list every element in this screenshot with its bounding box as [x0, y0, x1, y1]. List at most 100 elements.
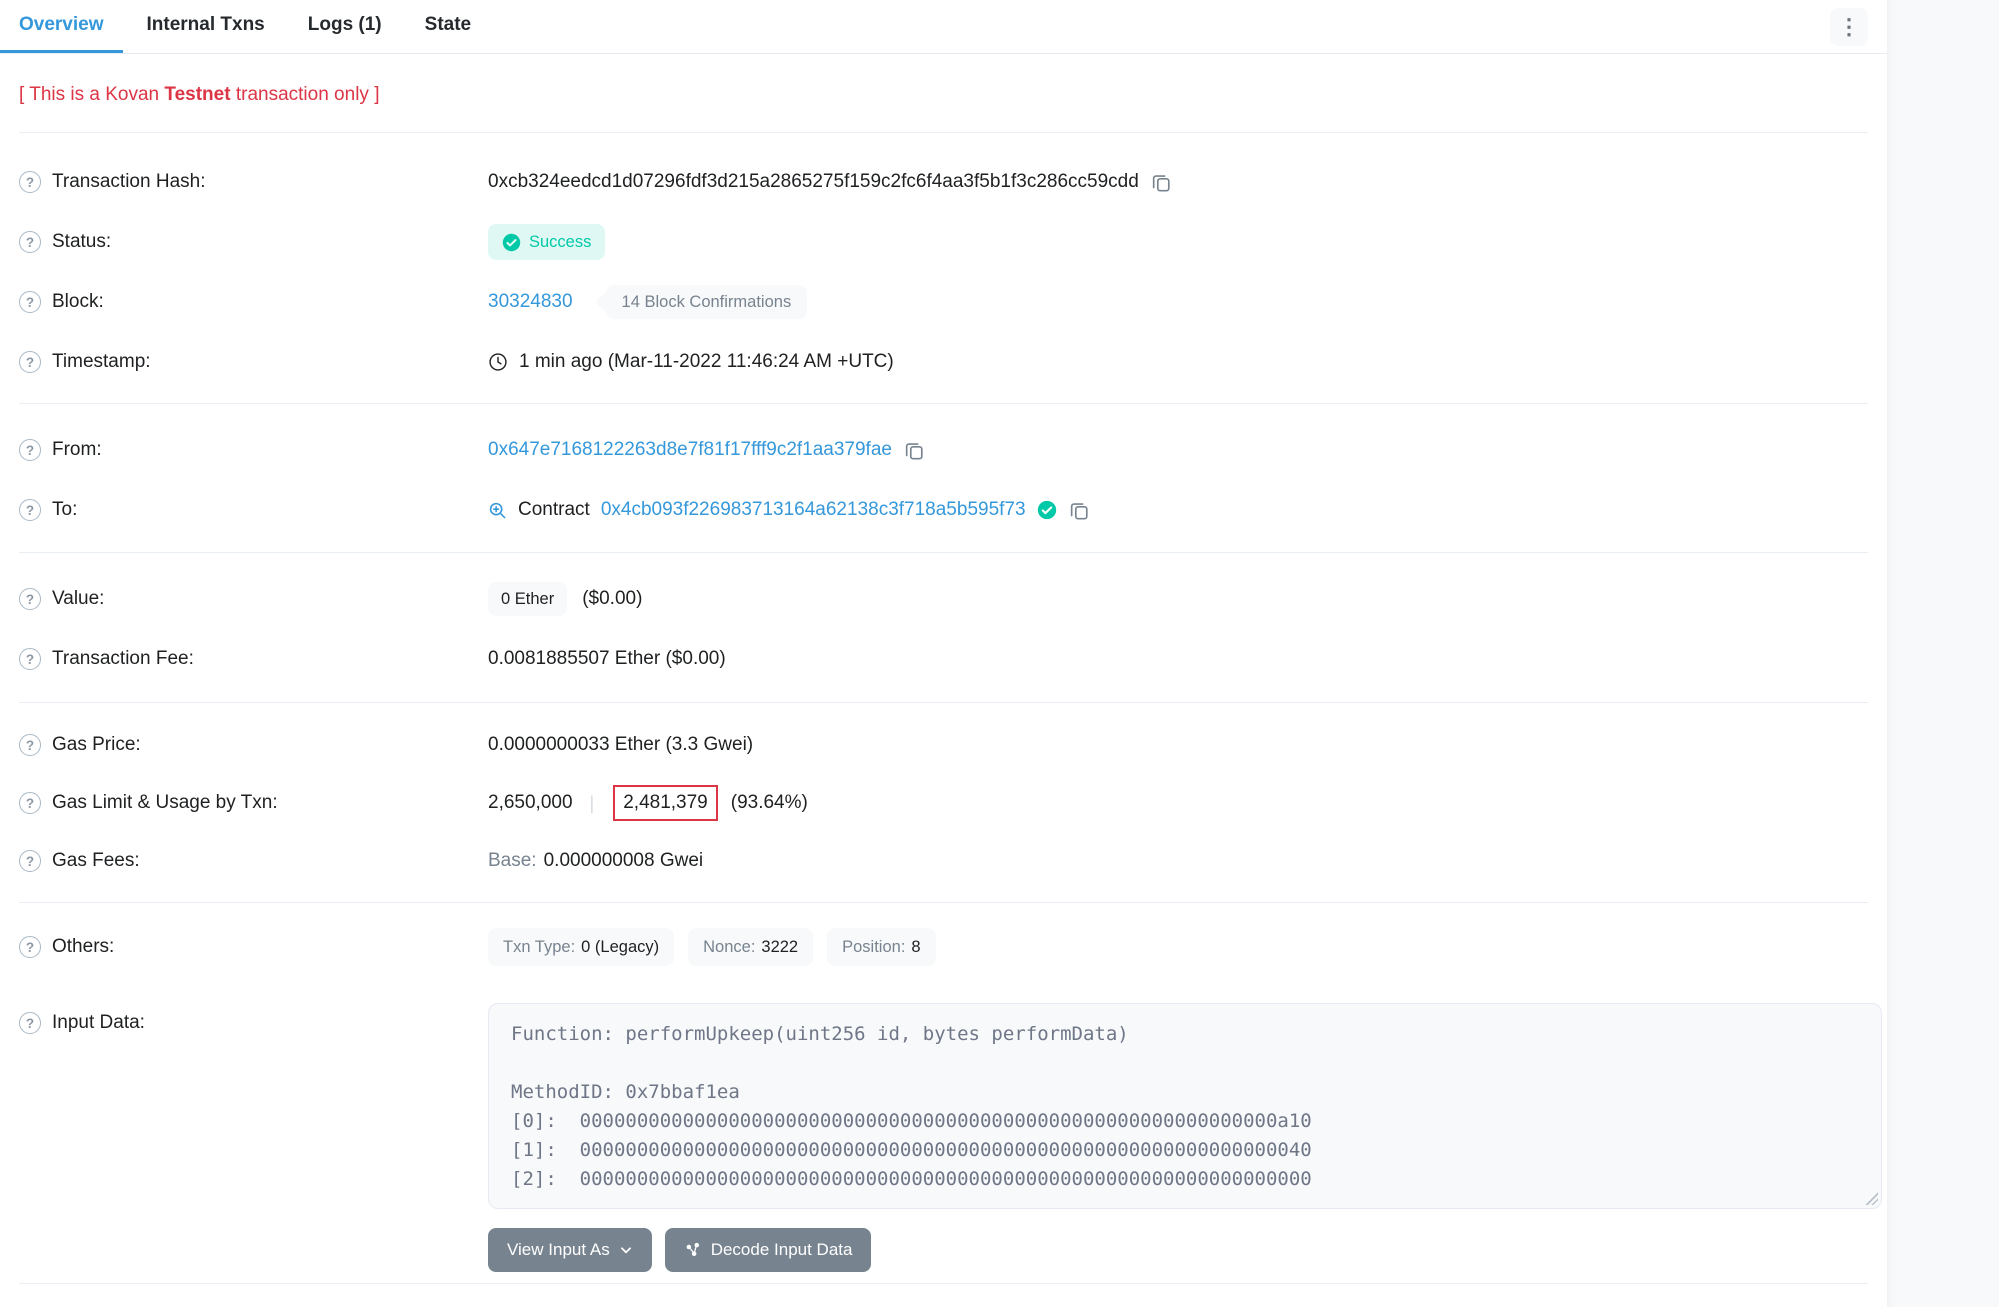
gas-price-label: Gas Price:: [52, 734, 141, 756]
transaction-fee-value: 0.0081885507 Ether ($0.00): [488, 648, 726, 670]
block-confirmations-badge: 14 Block Confirmations: [606, 285, 808, 319]
transaction-page: Overview Internal Txns Logs (1) State ⋮ …: [0, 0, 1999, 1307]
help-icon[interactable]: ?: [19, 231, 41, 253]
gas-fees-label: Gas Fees:: [52, 850, 140, 872]
row-transaction-hash: ? Transaction Hash: 0xcb324eedcd1d07296f…: [19, 152, 1868, 212]
transaction-hash-value: 0xcb324eedcd1d07296fdf3d215a2865275f159c…: [488, 171, 1139, 193]
tab-state[interactable]: State: [406, 0, 490, 53]
gas-fees-base-label: Base:: [488, 850, 537, 872]
row-to: ? To: Contract 0x4cb093f226983713164a621…: [19, 480, 1868, 540]
timestamp-label: Timestamp:: [52, 351, 151, 373]
transaction-details-card: Overview Internal Txns Logs (1) State ⋮ …: [0, 0, 1887, 1307]
position-badge: Position: 8: [827, 928, 935, 966]
row-others: ? Others: Txn Type: 0 (Legacy) Nonce: 32…: [19, 917, 1868, 977]
others-label: Others:: [52, 936, 114, 958]
nonce-value: 3222: [761, 938, 798, 957]
txn-type-badge: Txn Type: 0 (Legacy): [488, 928, 674, 966]
row-transaction-fee: ? Transaction Fee: 0.0081885507 Ether ($…: [19, 629, 1868, 689]
from-label: From:: [52, 439, 102, 461]
copy-from-button[interactable]: [903, 439, 925, 461]
row-input-data: ? Input Data: Function: performUpkeep(ui…: [19, 1003, 1868, 1272]
tab-internal-txns[interactable]: Internal Txns: [128, 0, 284, 53]
from-address-link[interactable]: 0x647e7168122263d8e7f81f17fff9c2f1aa379f…: [488, 439, 892, 461]
gas-limit-value: 2,650,000: [488, 792, 573, 814]
clock-icon: [488, 352, 508, 372]
timestamp-value: 1 min ago (Mar-11-2022 11:46:24 AM +UTC): [519, 351, 894, 373]
nonce-label: Nonce:: [703, 938, 755, 957]
section-parties: ? From: 0x647e7168122263d8e7f81f17fff9c2…: [19, 404, 1868, 553]
copy-icon: [903, 439, 925, 461]
decode-input-data-button[interactable]: Decode Input Data: [665, 1228, 872, 1272]
help-icon[interactable]: ?: [19, 936, 41, 958]
row-from: ? From: 0x647e7168122263d8e7f81f17fff9c2…: [19, 420, 1868, 480]
value-usd: ($0.00): [582, 588, 642, 610]
gas-fees-base-value: 0.000000008 Gwei: [544, 850, 704, 872]
to-address-link[interactable]: 0x4cb093f226983713164a62138c3f718a5b595f…: [601, 499, 1026, 521]
txn-type-label: Txn Type:: [503, 938, 575, 957]
help-icon[interactable]: ?: [19, 291, 41, 313]
testnet-warning: [ This is a Kovan Testnet transaction on…: [19, 84, 1868, 106]
transaction-fee-label: Transaction Fee:: [52, 648, 194, 670]
to-label: To:: [52, 499, 77, 521]
help-icon[interactable]: ?: [19, 850, 41, 872]
kebab-icon: ⋮: [1838, 14, 1860, 39]
warning-suffix: transaction only ]: [231, 84, 380, 105]
value-label: Value:: [52, 588, 104, 610]
help-icon[interactable]: ?: [19, 734, 41, 756]
copy-to-button[interactable]: [1068, 499, 1090, 521]
section-summary: ? Transaction Hash: 0xcb324eedcd1d07296f…: [19, 133, 1868, 404]
row-block: ? Block: 30324830 14 Block Confirmations: [19, 272, 1868, 332]
help-icon[interactable]: ?: [19, 351, 41, 373]
row-status: ? Status: Success: [19, 212, 1868, 272]
transaction-hash-label: Transaction Hash:: [52, 171, 205, 193]
copy-hash-button[interactable]: [1150, 171, 1172, 193]
help-icon[interactable]: ?: [19, 439, 41, 461]
section-gas: ? Gas Price: 0.0000000033 Ether (3.3 Gwe…: [19, 703, 1868, 903]
status-badge: Success: [488, 224, 605, 260]
warning-section: [ This is a Kovan Testnet transaction on…: [19, 54, 1868, 133]
txn-type-value: 0 (Legacy): [581, 938, 659, 957]
row-timestamp: ? Timestamp: 1 min ago (Mar-11-2022 11:4…: [19, 332, 1868, 392]
help-icon[interactable]: ?: [19, 1012, 41, 1034]
help-icon[interactable]: ?: [19, 499, 41, 521]
help-icon[interactable]: ?: [19, 171, 41, 193]
gas-used-percent: (93.64%): [731, 792, 808, 814]
row-gas-fees: ? Gas Fees: Base: 0.000000008 Gwei: [19, 832, 1868, 890]
page-background-gutter: [1887, 0, 1999, 1307]
gas-separator: |: [584, 793, 601, 814]
section-other: ? Others: Txn Type: 0 (Legacy) Nonce: 32…: [19, 903, 1868, 1284]
zoom-in-icon[interactable]: [488, 501, 507, 520]
to-contract-word: Contract: [518, 499, 590, 521]
decode-icon: [684, 1241, 702, 1259]
status-badge-text: Success: [529, 233, 591, 252]
help-icon[interactable]: ?: [19, 588, 41, 610]
gas-price-value: 0.0000000033 Ether (3.3 Gwei): [488, 734, 753, 756]
row-gas-price: ? Gas Price: 0.0000000033 Ether (3.3 Gwe…: [19, 716, 1868, 774]
warning-bold: Testnet: [164, 84, 230, 105]
input-data-label: Input Data:: [52, 1012, 145, 1034]
chevron-down-icon: [619, 1243, 633, 1257]
view-input-as-label: View Input As: [507, 1240, 610, 1260]
view-input-as-button[interactable]: View Input As: [488, 1228, 652, 1272]
row-value: ? Value: 0 Ether ($0.00): [19, 569, 1868, 629]
tab-logs[interactable]: Logs (1): [289, 0, 401, 53]
position-value: 8: [911, 938, 920, 957]
copy-icon: [1068, 499, 1090, 521]
more-options-button[interactable]: ⋮: [1830, 8, 1868, 46]
block-label: Block:: [52, 291, 104, 313]
help-icon[interactable]: ?: [19, 792, 41, 814]
warning-prefix: [ This is a Kovan: [19, 84, 164, 105]
gas-used-value-highlighted: 2,481,379: [613, 785, 718, 821]
check-circle-icon: [502, 233, 521, 252]
status-label: Status:: [52, 231, 111, 253]
input-data-textarea[interactable]: Function: performUpkeep(uint256 id, byte…: [488, 1003, 1882, 1209]
gas-limit-label: Gas Limit & Usage by Txn:: [52, 792, 278, 814]
help-icon[interactable]: ?: [19, 648, 41, 670]
section-value: ? Value: 0 Ether ($0.00) ? Transaction F…: [19, 553, 1868, 703]
copy-icon: [1150, 171, 1172, 193]
row-gas-limit-usage: ? Gas Limit & Usage by Txn: 2,650,000 | …: [19, 774, 1868, 832]
decode-input-data-label: Decode Input Data: [711, 1240, 853, 1260]
block-number-link[interactable]: 30324830: [488, 291, 573, 313]
nonce-badge: Nonce: 3222: [688, 928, 813, 966]
tab-overview[interactable]: Overview: [0, 0, 123, 53]
